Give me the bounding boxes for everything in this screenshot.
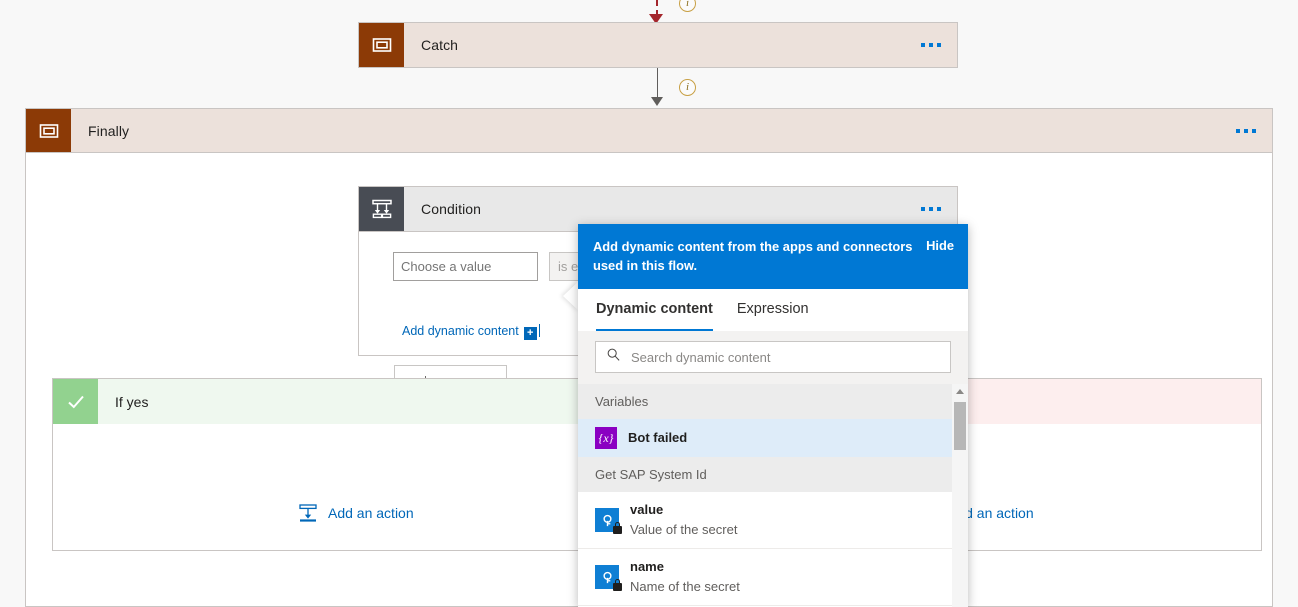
scope-title-catch: Catch [404, 37, 905, 53]
connector-catch-to-finally-arrowhead [651, 97, 663, 106]
key-vault-icon [595, 565, 619, 589]
dot [1244, 129, 1248, 133]
dynamic-content-item-name: name [630, 559, 664, 574]
scope-card-catch[interactable]: Catch [358, 22, 958, 68]
scrollbar-thumb[interactable] [954, 402, 966, 450]
dot [921, 207, 925, 211]
catch-more-commands-button[interactable] [905, 43, 957, 47]
dot [929, 43, 933, 47]
dynamic-content-callout-beak [563, 281, 579, 311]
dynamic-content-banner: Add dynamic content from the apps and co… [578, 224, 968, 289]
add-dynamic-content-plus-icon[interactable]: + [524, 327, 537, 340]
dynamic-content-search-wrapper: Search dynamic content [578, 331, 968, 384]
add-dynamic-content-label: Add dynamic content [402, 324, 519, 338]
dot [937, 207, 941, 211]
branch-if-yes-add-action-label: Add an action [328, 505, 414, 521]
condition-icon [359, 187, 404, 231]
add-action-icon [298, 503, 318, 523]
check-icon [65, 391, 87, 413]
branch-if-yes-header[interactable]: If yes [53, 379, 641, 424]
connector-catch-to-finally [657, 68, 658, 99]
branch-if-yes-label: If yes [98, 394, 148, 410]
connector-catch-to-finally-info-icon[interactable]: i [679, 79, 696, 96]
dot [921, 43, 925, 47]
scope-icon [26, 109, 71, 152]
branch-if-yes-add-action[interactable]: Add an action [298, 503, 414, 523]
finally-more-commands-button[interactable] [1220, 129, 1272, 133]
branch-if-yes: If yes Add an action [52, 378, 642, 551]
text-caret [539, 324, 540, 337]
search-icon [606, 347, 621, 367]
search-input-placeholder: Search dynamic content [631, 350, 770, 365]
scope-title-finally: Finally [71, 123, 1220, 139]
scope-card-finally[interactable]: Finally [25, 108, 1273, 153]
condition-value-input[interactable] [393, 252, 538, 281]
dynamic-content-item-bot-failed[interactable]: {x} Bot failed [578, 419, 968, 457]
scope-icon [359, 23, 404, 67]
dynamic-content-item-value[interactable]: value Value of the secret [578, 492, 968, 549]
lock-icon [613, 583, 622, 591]
dynamic-content-panel: Add dynamic content from the apps and co… [578, 224, 968, 607]
dynamic-content-item-text: Bot failed [628, 428, 687, 448]
dynamic-content-group-header-variables: Variables [578, 384, 968, 419]
dynamic-content-tabs: Dynamic content Expression [578, 289, 968, 331]
dynamic-content-item-description: Value of the secret [630, 522, 737, 537]
branch-if-yes-chip [53, 379, 98, 424]
dot [1252, 129, 1256, 133]
dynamic-content-item-name: value [630, 502, 663, 517]
add-dynamic-content-link[interactable]: Add dynamic content + [402, 324, 540, 340]
dynamic-content-item-name: Bot failed [628, 430, 687, 445]
tab-dynamic-content[interactable]: Dynamic content [596, 289, 713, 331]
dynamic-content-item-name[interactable]: name Name of the secret [578, 549, 968, 606]
scroll-up-icon[interactable] [956, 389, 964, 394]
dynamic-content-item-text: name Name of the secret [630, 557, 740, 597]
condition-more-commands-button[interactable] [905, 207, 957, 211]
dynamic-content-item-text: value Value of the secret [630, 500, 737, 540]
connector-into-catch-info-icon[interactable]: i [679, 0, 696, 12]
dynamic-content-scrollbar[interactable] [952, 384, 968, 607]
dot [929, 207, 933, 211]
dynamic-content-search-box[interactable]: Search dynamic content [595, 341, 951, 373]
flow-designer-canvas: i Catch i Finally [0, 0, 1298, 607]
tab-expression[interactable]: Expression [737, 289, 809, 331]
dynamic-content-item-description: Name of the secret [630, 579, 740, 594]
dynamic-content-hide-button[interactable]: Hide [926, 237, 954, 253]
variable-icon: {x} [595, 427, 617, 449]
dynamic-content-list: Variables {x} Bot failed Get SAP System … [578, 384, 968, 607]
dot [1236, 129, 1240, 133]
dot [937, 43, 941, 47]
key-vault-icon [595, 508, 619, 532]
dynamic-content-group-header-get-sap-system-id: Get SAP System Id [578, 457, 968, 492]
dynamic-content-banner-text: Add dynamic content from the apps and co… [593, 237, 916, 275]
lock-icon [613, 526, 622, 534]
condition-title: Condition [404, 201, 905, 217]
